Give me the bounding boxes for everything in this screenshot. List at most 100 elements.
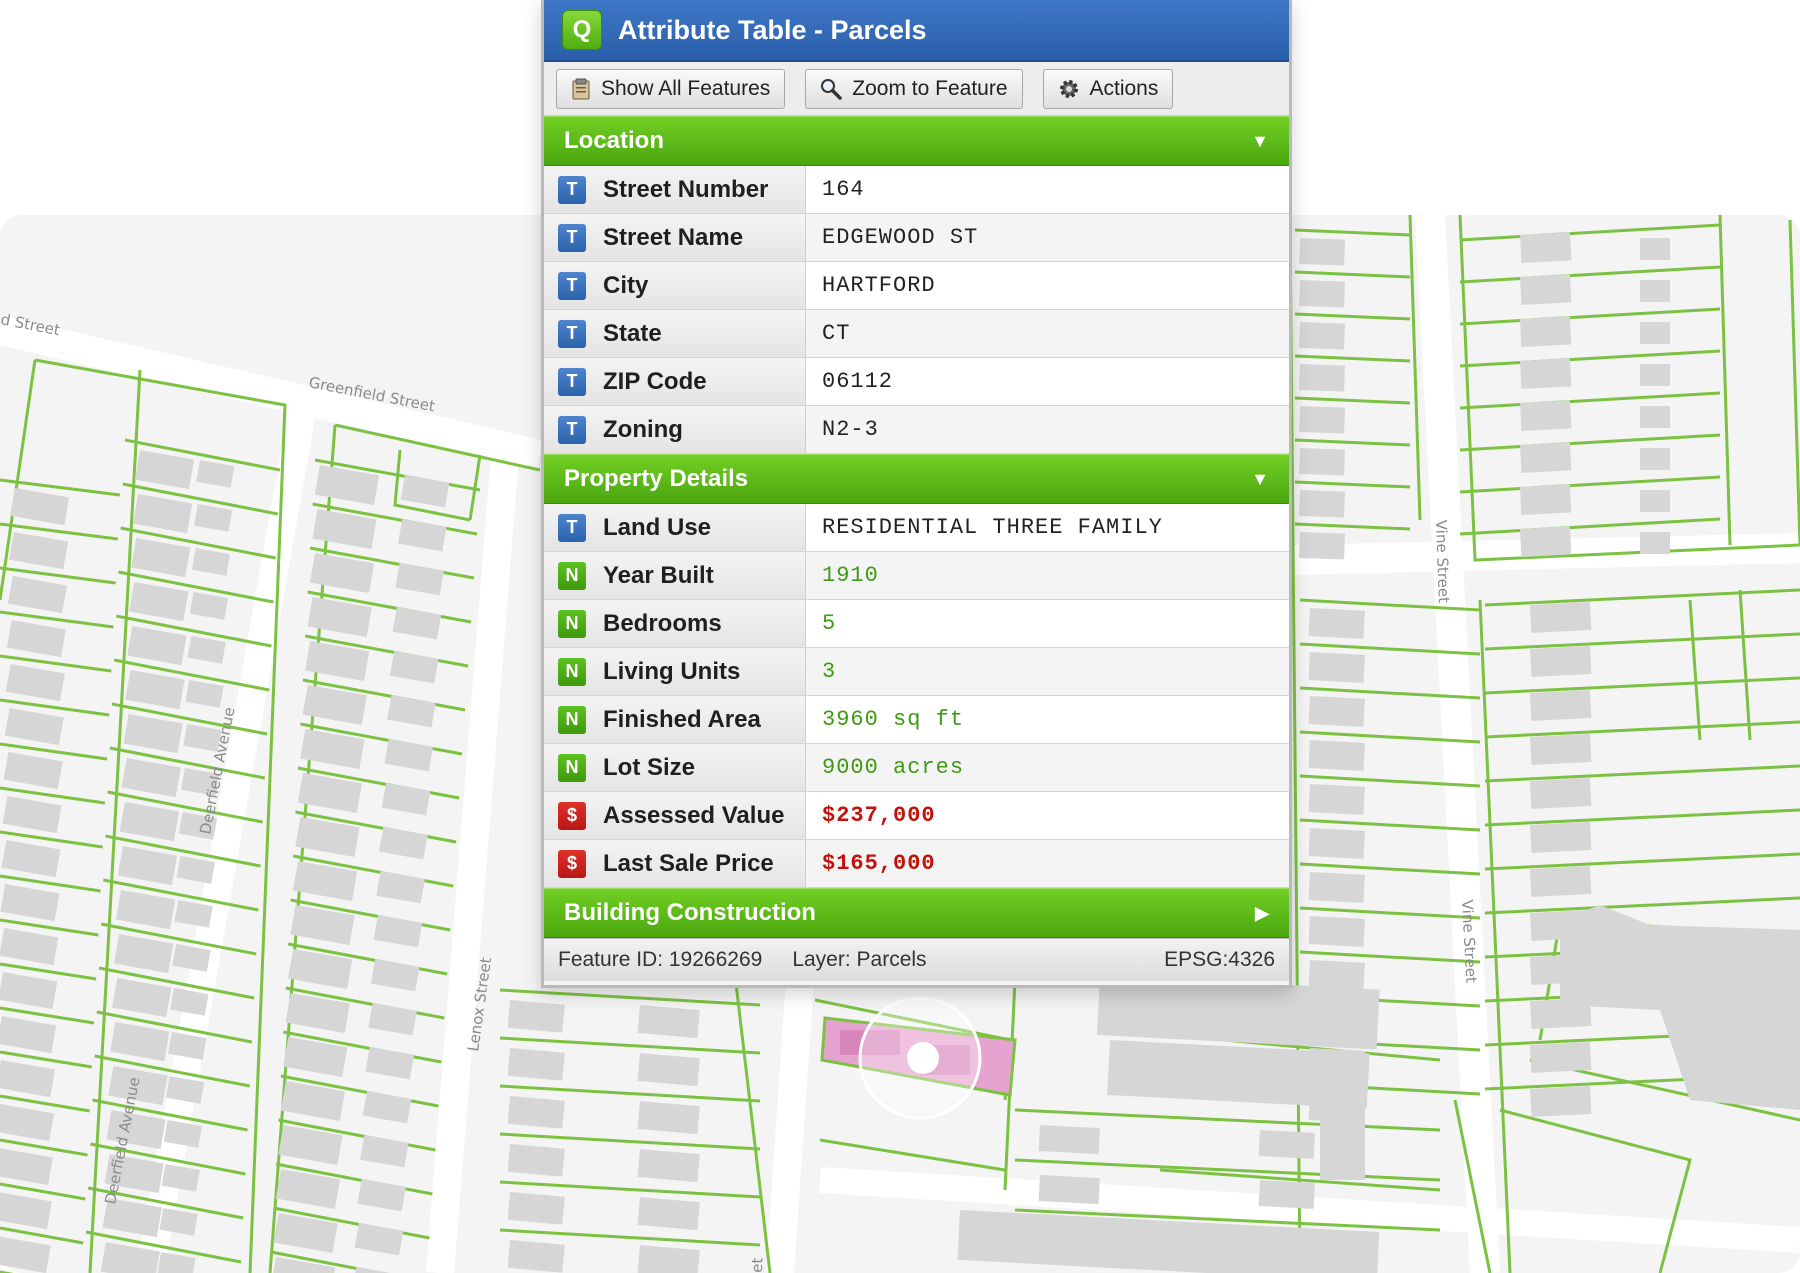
- field-name: State: [603, 319, 662, 347]
- field-type-icon: T: [558, 367, 586, 396]
- building-footprint: [637, 1197, 700, 1231]
- building-footprint: [1530, 645, 1592, 677]
- collapse-arrow-icon[interactable]: ▼: [1251, 131, 1269, 152]
- field-name: City: [603, 271, 649, 299]
- zoom-to-feature-button[interactable]: Zoom to Feature: [805, 68, 1023, 109]
- street-label-vine-1: Vine Street: [1432, 520, 1453, 604]
- building-footprint: [1038, 1175, 1100, 1205]
- section-location-header[interactable]: Location ▼: [544, 116, 1289, 166]
- building-footprint: [1038, 1125, 1100, 1155]
- field-name: Living Units: [603, 657, 741, 685]
- field-name: Street Name: [603, 223, 744, 251]
- crs-code: EPSG:4326: [1164, 948, 1275, 971]
- building-footprint: [1299, 237, 1345, 266]
- building-footprint: [1308, 652, 1365, 683]
- building-footprint: [1308, 608, 1365, 639]
- building-footprint: [1299, 448, 1345, 476]
- building-footprint: [1529, 689, 1592, 721]
- section-property-details-header[interactable]: Property Details ▼: [544, 454, 1289, 504]
- field-value[interactable]: $165,000: [806, 840, 1289, 887]
- selected-location-marker[interactable]: [907, 1042, 939, 1074]
- field-name-cell: N Bedrooms: [544, 600, 806, 647]
- field-type-icon: N: [558, 609, 586, 638]
- building-footprint: [1308, 872, 1365, 903]
- attribute-row[interactable]: T Street Name EDGEWOOD ST: [544, 214, 1289, 262]
- building-footprint: [637, 1101, 700, 1135]
- attribute-row[interactable]: N Living Units 3: [544, 648, 1289, 696]
- street-label-bottom-partial: et: [748, 1257, 767, 1273]
- building-footprint: [1258, 1180, 1315, 1209]
- building-footprint: [1640, 238, 1670, 260]
- field-value[interactable]: N2-3: [806, 406, 1289, 453]
- building-footprint: [507, 1048, 565, 1081]
- panel-toolbar: Show All Features Zoom to Feature Action…: [544, 62, 1289, 116]
- field-name-cell: T Street Number: [544, 166, 806, 213]
- attribute-row[interactable]: T City HARTFORD: [544, 262, 1289, 310]
- building-footprint: [1308, 696, 1365, 727]
- attribute-table-panel[interactable]: Q Attribute Table - Parcels Show All Fea…: [541, 0, 1292, 988]
- building-footprint: [1640, 280, 1670, 302]
- field-type-icon: T: [558, 415, 586, 444]
- attribute-row[interactable]: T Land Use RESIDENTIAL THREE FAMILY: [544, 504, 1289, 552]
- attribute-row[interactable]: T ZIP Code 06112: [544, 358, 1289, 406]
- building-footprint: [1308, 916, 1365, 947]
- building-footprint: [507, 999, 565, 1033]
- field-name-cell: T Land Use: [544, 504, 806, 551]
- field-name-cell: N Finished Area: [544, 696, 806, 743]
- building-footprint: [1640, 322, 1670, 344]
- attribute-row[interactable]: N Year Built 1910: [544, 552, 1289, 600]
- building-footprint: [1308, 740, 1365, 771]
- building-footprint: [1520, 274, 1572, 305]
- attribute-row[interactable]: N Lot Size 9000 acres: [544, 744, 1289, 792]
- building-footprint: [637, 1149, 700, 1183]
- building-footprint: [1299, 363, 1345, 392]
- field-name-cell: T State: [544, 310, 806, 357]
- field-value[interactable]: 1910: [806, 552, 1289, 599]
- field-value[interactable]: 9000 acres: [806, 744, 1289, 791]
- building-footprint: [1530, 601, 1592, 633]
- attribute-row[interactable]: T Street Number 164: [544, 166, 1289, 214]
- field-name: Assessed Value: [603, 801, 785, 829]
- attribute-row[interactable]: T State CT: [544, 310, 1289, 358]
- collapse-arrow-icon[interactable]: ▼: [1251, 469, 1269, 490]
- field-value[interactable]: 3: [806, 648, 1289, 695]
- attribute-row[interactable]: $ Assessed Value $237,000: [544, 792, 1289, 840]
- field-value[interactable]: 3960 sq ft: [806, 696, 1289, 743]
- building-footprint: [507, 1240, 565, 1273]
- property-details-table: T Land Use RESIDENTIAL THREE FAMILY N Year B…: [544, 504, 1289, 888]
- field-type-icon: N: [558, 657, 586, 686]
- field-value[interactable]: 06112: [806, 358, 1289, 405]
- panel-title: Attribute Table - Parcels: [618, 14, 927, 45]
- field-name: Last Sale Price: [603, 849, 774, 877]
- expand-arrow-icon[interactable]: ▶: [1255, 903, 1269, 924]
- attribute-row[interactable]: $ Last Sale Price $165,000: [544, 840, 1289, 888]
- field-value[interactable]: EDGEWOOD ST: [806, 214, 1289, 261]
- building-footprint: [1299, 405, 1345, 434]
- field-name: Street Number: [603, 175, 769, 203]
- field-name: Finished Area: [603, 705, 761, 733]
- building-footprint: [1308, 828, 1365, 859]
- show-all-features-label: Show All Features: [601, 76, 771, 100]
- building-footprint: [507, 1192, 565, 1225]
- field-value[interactable]: 164: [806, 166, 1289, 213]
- panel-titlebar[interactable]: Q Attribute Table - Parcels: [544, 0, 1289, 62]
- actions-button[interactable]: Actions: [1042, 68, 1174, 109]
- building-footprint: [1530, 865, 1592, 897]
- location-table: T Street Number 164 T Street Name EDGEWOOD ST…: [544, 166, 1289, 454]
- field-name-cell: N Year Built: [544, 552, 806, 599]
- field-value[interactable]: $237,000: [806, 792, 1289, 839]
- attribute-row[interactable]: T Zoning N2-3: [544, 406, 1289, 454]
- attribute-row[interactable]: N Finished Area 3960 sq ft: [544, 696, 1289, 744]
- section-building-construction-header[interactable]: Building Construction ▶: [544, 888, 1289, 938]
- building-footprint: [1530, 733, 1592, 765]
- field-name-cell: T ZIP Code: [544, 358, 806, 405]
- app-icon: Q: [562, 10, 602, 50]
- field-name-cell: N Living Units: [544, 648, 806, 695]
- field-value[interactable]: HARTFORD: [806, 262, 1289, 309]
- field-value[interactable]: 5: [806, 600, 1289, 647]
- attribute-row[interactable]: N Bedrooms 5: [544, 600, 1289, 648]
- field-value[interactable]: CT: [806, 310, 1289, 357]
- show-all-features-button[interactable]: Show All Features: [556, 68, 786, 109]
- building-footprint: [637, 1053, 700, 1087]
- field-value[interactable]: RESIDENTIAL THREE FAMILY: [806, 504, 1289, 551]
